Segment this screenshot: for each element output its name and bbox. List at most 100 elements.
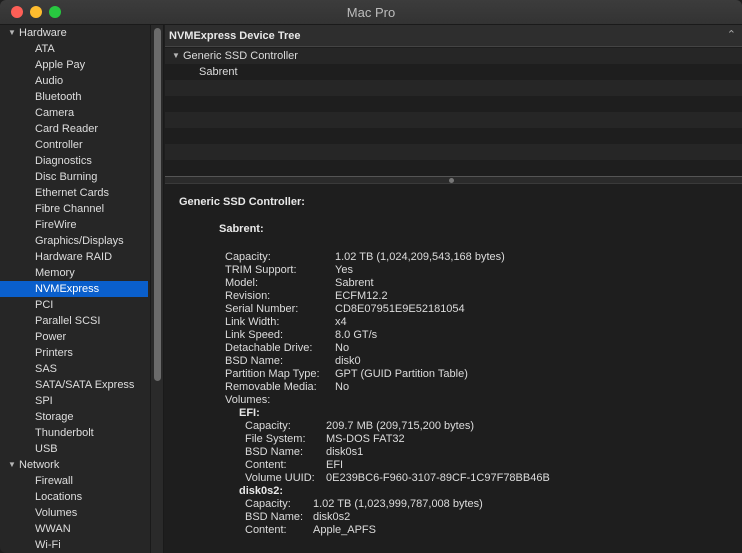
- property-row: Capacity: 1.02 TB (1,024,209,543,168 byte…: [225, 251, 725, 264]
- property-key: Capacity:: [245, 420, 291, 432]
- sidebar-item-storage[interactable]: Storage: [0, 409, 148, 425]
- sidebar-group-network[interactable]: ▼ Network: [0, 457, 148, 473]
- sidebar-item-label: Graphics/Displays: [35, 235, 124, 247]
- sidebar-item-label: Thunderbolt: [35, 427, 94, 439]
- sidebar-item-parallel-scsi[interactable]: Parallel SCSI: [0, 313, 148, 329]
- volume-property-row: File System: MS-DOS FAT32: [245, 433, 735, 446]
- tree-row-empty: [165, 96, 742, 112]
- sidebar-item-spi[interactable]: SPI: [0, 393, 148, 409]
- property-value: disk0s1: [326, 446, 364, 458]
- sidebar-item-nvmexpress[interactable]: NVMExpress: [0, 281, 148, 297]
- device-tree-header[interactable]: NVMExpress Device Tree ⌃: [165, 25, 742, 47]
- device-heading: Sabrent:: [219, 223, 264, 235]
- sidebar-item-label: Diagnostics: [35, 155, 92, 167]
- sidebar-item-label: SATA/SATA Express: [35, 379, 135, 391]
- sidebar-item-ata[interactable]: ATA: [0, 41, 148, 57]
- property-key: BSD Name:: [225, 355, 284, 367]
- sidebar-scrollbar[interactable]: [150, 25, 164, 553]
- device-tree-title: NVMExpress Device Tree: [169, 30, 301, 42]
- sidebar-item-sas[interactable]: SAS: [0, 361, 148, 377]
- property-value: 1.02 TB (1,023,999,787,008 bytes): [313, 498, 483, 510]
- sidebar-item-wwan[interactable]: WWAN: [0, 521, 148, 537]
- sidebar-item-bluetooth[interactable]: Bluetooth: [0, 89, 148, 105]
- property-value: Sabrent: [335, 277, 374, 289]
- volume-property-row: Content: Apple_APFS: [245, 524, 735, 537]
- window-title: Mac Pro: [346, 5, 396, 20]
- detail-pane: Generic SSD Controller: Sabrent: Capacit…: [165, 185, 742, 553]
- sidebar-item-sata-sata-express[interactable]: SATA/SATA Express: [0, 377, 148, 393]
- tree-row-label: Sabrent: [199, 66, 238, 78]
- property-value: No: [335, 342, 350, 354]
- pane-splitter[interactable]: [165, 176, 742, 184]
- sidebar-item-label: Storage: [35, 411, 74, 423]
- sidebar-scrollbar-thumb[interactable]: [154, 28, 161, 381]
- sidebar-item-firewire[interactable]: FireWire: [0, 217, 148, 233]
- property-value: 209.7 MB (209,715,200 bytes): [326, 420, 474, 432]
- property-value: GPT (GUID Partition Table): [335, 368, 468, 380]
- controller-heading: Generic SSD Controller:: [179, 196, 305, 208]
- property-value: CD8E07951E9E52181054: [335, 303, 465, 315]
- sidebar-item-graphics-displays[interactable]: Graphics/Displays: [0, 233, 148, 249]
- property-value: Apple_APFS: [313, 524, 376, 536]
- volume-heading: disk0s2:: [239, 485, 284, 497]
- tree-row-empty: [165, 128, 742, 144]
- sidebar-item-volumes[interactable]: Volumes: [0, 505, 148, 521]
- sidebar-item-label: FireWire: [35, 219, 77, 231]
- chevron-up-icon[interactable]: ⌃: [727, 28, 736, 41]
- sidebar-item-diagnostics[interactable]: Diagnostics: [0, 153, 148, 169]
- splitter-handle-icon[interactable]: [449, 178, 454, 183]
- sidebar-item-pci[interactable]: PCI: [0, 297, 148, 313]
- sidebar-item-memory[interactable]: Memory: [0, 265, 148, 281]
- sidebar-item-ethernet-cards[interactable]: Ethernet Cards: [0, 185, 148, 201]
- sidebar-item-label: Printers: [35, 347, 73, 359]
- tree-row-empty: [165, 144, 742, 160]
- property-key: BSD Name:: [245, 511, 304, 523]
- sidebar-item-label: Memory: [35, 267, 75, 279]
- sidebar-item-label: SPI: [35, 395, 53, 407]
- sidebar-item-usb[interactable]: USB: [0, 441, 148, 457]
- sidebar-item-card-reader[interactable]: Card Reader: [0, 121, 148, 137]
- tree-row-empty: [165, 160, 742, 176]
- sidebar-item-hardware-raid[interactable]: Hardware RAID: [0, 249, 148, 265]
- sidebar-item-disc-burning[interactable]: Disc Burning: [0, 169, 148, 185]
- sidebar-item-label: Volumes: [35, 507, 78, 519]
- sidebar-item-wi-fi[interactable]: Wi-Fi: [0, 537, 148, 553]
- volumes-label: Volumes:: [225, 394, 425, 407]
- property-row: Revision: ECFM12.2: [225, 290, 725, 303]
- system-information-window: Mac Pro ▼ Hardware ATA Apple Pay Audio Blueto…: [0, 0, 742, 553]
- tree-row[interactable]: ▼ Generic SSD Controller: [165, 48, 742, 64]
- disclosure-triangle-icon[interactable]: ▼: [8, 25, 16, 41]
- sidebar-item-fibre-channel[interactable]: Fibre Channel: [0, 201, 148, 217]
- property-row: Link Speed: 8.0 GT/s: [225, 329, 725, 342]
- sidebar-item-audio[interactable]: Audio: [0, 73, 148, 89]
- tree-row[interactable]: Sabrent: [165, 64, 742, 80]
- sidebar-item-camera[interactable]: Camera: [0, 105, 148, 121]
- sidebar-item-label: Parallel SCSI: [35, 315, 101, 327]
- property-key: Removable Media:: [225, 381, 317, 393]
- sidebar-item-apple-pay[interactable]: Apple Pay: [0, 57, 148, 73]
- property-row: Removable Media: No: [225, 381, 725, 394]
- property-key: BSD Name:: [245, 446, 304, 458]
- volume-property-row: Capacity: 1.02 TB (1,023,999,787,008 byte…: [245, 498, 735, 511]
- sidebar-item-label: Audio: [35, 75, 64, 87]
- sidebar-group-hardware[interactable]: ▼ Hardware: [0, 25, 148, 41]
- property-row: Serial Number: CD8E07951E9E52181054: [225, 303, 725, 316]
- property-row: Link Width: x4: [225, 316, 725, 329]
- sidebar-item-label: Camera: [35, 107, 75, 119]
- title-bar[interactable]: Mac Pro: [0, 0, 742, 25]
- sidebar-item-label: PCI: [35, 299, 54, 311]
- disclosure-triangle-icon[interactable]: ▼: [8, 457, 16, 473]
- sidebar-item-controller[interactable]: Controller: [0, 137, 148, 153]
- sidebar-item-thunderbolt[interactable]: Thunderbolt: [0, 425, 148, 441]
- property-key: Content:: [245, 459, 287, 471]
- sidebar: ▼ Hardware ATA Apple Pay Audio Bluetooth Camer…: [0, 25, 150, 553]
- sidebar-item-label: Ethernet Cards: [35, 187, 109, 199]
- sidebar-item-locations[interactable]: Locations: [0, 489, 148, 505]
- volume-property-row: BSD Name: disk0s2: [245, 511, 735, 524]
- sidebar-item-label: Apple Pay: [35, 59, 86, 71]
- property-value: 8.0 GT/s: [335, 329, 378, 341]
- disclosure-triangle-icon[interactable]: ▼: [172, 48, 180, 64]
- sidebar-item-firewall[interactable]: Firewall: [0, 473, 148, 489]
- sidebar-item-printers[interactable]: Printers: [0, 345, 148, 361]
- sidebar-item-power[interactable]: Power: [0, 329, 148, 345]
